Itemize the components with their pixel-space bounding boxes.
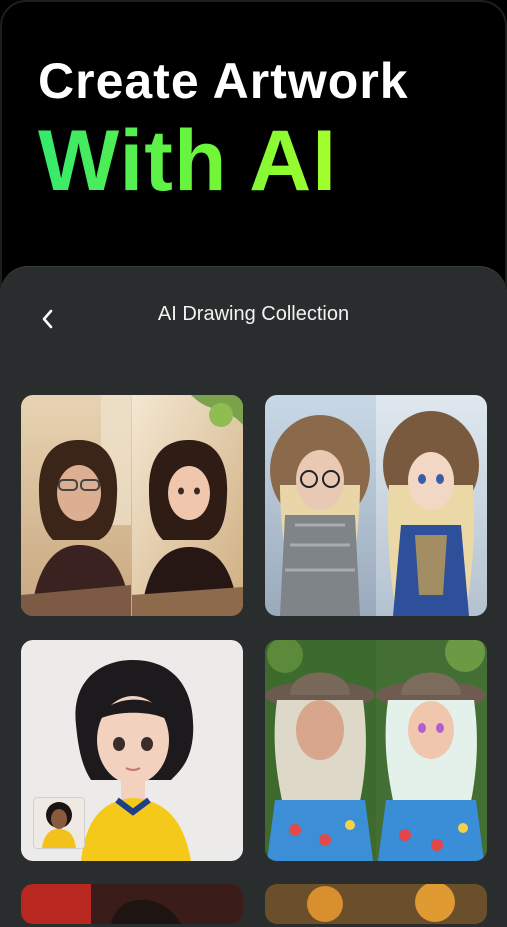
hero-title-line2: With AI <box>38 113 338 209</box>
artwork-card-next-row-left[interactable] <box>21 884 243 924</box>
hero-title-line1: Create Artwork <box>38 53 409 109</box>
artwork-card-next-row-right[interactable] <box>265 884 487 924</box>
artwork-card-cowboy-hat-woman[interactable] <box>265 640 487 861</box>
artwork-card-short-hair-girl[interactable] <box>21 640 243 861</box>
artwork-image <box>265 395 487 616</box>
artwork-image <box>265 640 487 861</box>
artwork-card-glasses-woman[interactable] <box>21 395 243 616</box>
original-photo-thumbnail <box>33 797 85 849</box>
artwork-card-fur-hood-woman[interactable] <box>265 395 487 616</box>
collection-panel: AI Drawing Collection <box>0 266 507 927</box>
artwork-image <box>21 395 243 616</box>
panel-title: AI Drawing Collection <box>157 303 350 325</box>
